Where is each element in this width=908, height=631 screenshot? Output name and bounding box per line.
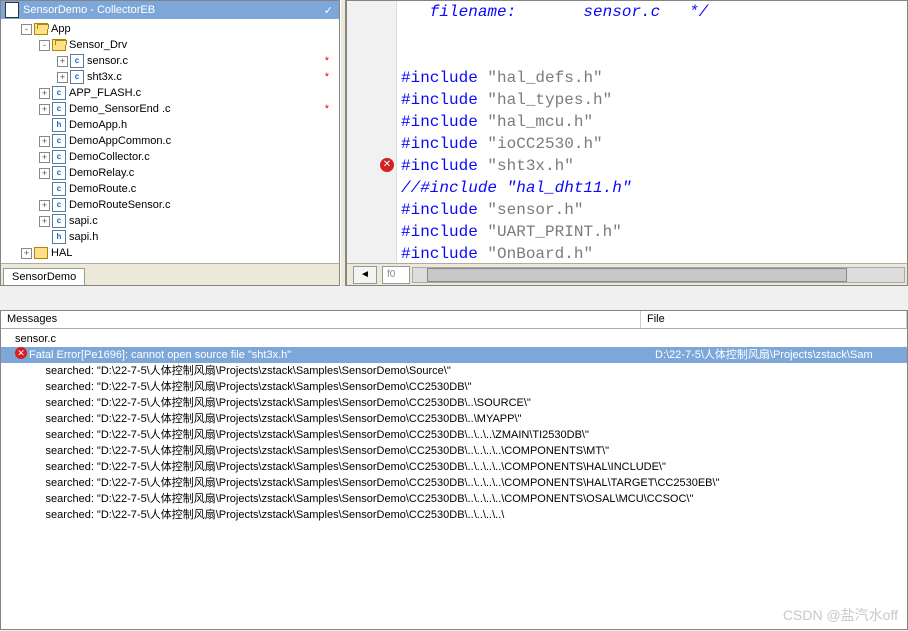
expand-toggle[interactable]: + xyxy=(39,216,50,227)
message-line[interactable]: searched: "D:\22-7-5\人体控制风扇\Projects\zst… xyxy=(1,443,907,459)
c-file-icon: c xyxy=(52,182,66,196)
message-error-line[interactable]: ✕Fatal Error[Pe1696]: cannot open source… xyxy=(1,347,907,363)
h-file-icon: h xyxy=(52,230,66,244)
tree-node[interactable]: +csensor.c * xyxy=(3,53,339,69)
tree-node[interactable]: hsapi.h xyxy=(3,229,339,245)
col-file[interactable]: File xyxy=(641,311,907,328)
expand-toggle[interactable]: + xyxy=(39,200,50,211)
tree-label: DemoApp.h xyxy=(69,119,127,131)
tree-label: sapi.h xyxy=(69,231,98,243)
c-file-icon: c xyxy=(52,214,66,228)
tree-label: APP_FLASH.c xyxy=(69,87,141,99)
messages-header: Messages File xyxy=(1,311,907,329)
project-active-check-icon: ✓ xyxy=(324,4,333,17)
workspace-panel: SensorDemo - CollectorEB ✓ -App-Sensor_D… xyxy=(0,0,340,286)
tree-node[interactable]: + HAL xyxy=(3,245,339,261)
editor-gutter: ✕ xyxy=(347,1,397,263)
tree-label: DemoRoute.c xyxy=(69,183,136,195)
tree-node[interactable]: +csht3x.c * xyxy=(3,69,339,85)
col-messages[interactable]: Messages xyxy=(1,311,641,328)
editor-panel: ✕ filename: sensor.c */ #include "hal_de… xyxy=(346,0,908,286)
message-line[interactable]: searched: "D:\22-7-5\人体控制风扇\Projects\zst… xyxy=(1,379,907,395)
c-file-icon: c xyxy=(52,198,66,212)
expand-toggle[interactable]: - xyxy=(39,40,50,51)
c-file-icon: c xyxy=(52,134,66,148)
code-editor[interactable]: filename: sensor.c */ #include "hal_defs… xyxy=(397,1,907,263)
tree-label: DemoAppCommon.c xyxy=(69,135,171,147)
project-icon xyxy=(5,2,19,18)
tree-node[interactable]: +csapi.c xyxy=(3,213,339,229)
tree-label: DemoRelay.c xyxy=(69,167,134,179)
tree-label: sht3x.c xyxy=(87,71,122,83)
folder-icon xyxy=(34,247,48,259)
message-line[interactable]: searched: "D:\22-7-5\人体控制风扇\Projects\zst… xyxy=(1,363,907,379)
messages-body[interactable]: sensor.c✕Fatal Error[Pe1696]: cannot ope… xyxy=(1,329,907,629)
tree-node[interactable]: cDemoRoute.c xyxy=(3,181,339,197)
editor-status-bar: ◄ f0 xyxy=(347,263,907,285)
scrollbar-thumb[interactable] xyxy=(427,268,847,282)
c-file-icon: c xyxy=(70,54,84,68)
project-header[interactable]: SensorDemo - CollectorEB ✓ xyxy=(1,1,339,19)
messages-panel: Messages File sensor.c✕Fatal Error[Pe169… xyxy=(0,310,908,630)
tree-label: Sensor_Drv xyxy=(69,39,127,51)
tree-label: Demo_SensorEnd .c xyxy=(69,103,171,115)
message-line[interactable]: searched: "D:\22-7-5\人体控制风扇\Projects\zst… xyxy=(1,459,907,475)
tree-node[interactable]: - Sensor_Drv xyxy=(3,37,339,53)
error-icon: ✕ xyxy=(15,347,27,359)
tree-node[interactable]: +cAPP_FLASH.c xyxy=(3,85,339,101)
message-line[interactable]: sensor.c xyxy=(1,331,907,347)
c-file-icon: c xyxy=(52,86,66,100)
tree-node[interactable]: +cDemoAppCommon.c xyxy=(3,133,339,149)
expand-toggle[interactable]: + xyxy=(39,104,50,115)
tree-label: DemoCollector.c xyxy=(69,151,150,163)
tree-node[interactable]: +cDemoRelay.c xyxy=(3,165,339,181)
expand-toggle[interactable]: - xyxy=(21,24,32,35)
nav-prev-button[interactable]: ◄ xyxy=(353,266,377,284)
editor-hscrollbar[interactable] xyxy=(412,267,905,283)
function-nav-combo[interactable]: f0 xyxy=(382,266,410,284)
h-file-icon: h xyxy=(52,118,66,132)
tree-node[interactable]: hDemoApp.h xyxy=(3,117,339,133)
message-line[interactable]: searched: "D:\22-7-5\人体控制风扇\Projects\zst… xyxy=(1,491,907,507)
message-line[interactable]: searched: "D:\22-7-5\人体控制风扇\Projects\zst… xyxy=(1,395,907,411)
message-line[interactable]: searched: "D:\22-7-5\人体控制风扇\Projects\zst… xyxy=(1,475,907,491)
workspace-tabbar: SensorDemo xyxy=(1,263,339,285)
expand-toggle[interactable]: + xyxy=(57,72,68,83)
tree-label: sensor.c xyxy=(87,55,128,67)
c-file-icon: c xyxy=(52,166,66,180)
expand-toggle[interactable]: + xyxy=(39,136,50,147)
message-line[interactable]: searched: "D:\22-7-5\人体控制风扇\Projects\zst… xyxy=(1,427,907,443)
tree-node[interactable]: - App xyxy=(3,21,339,37)
message-line[interactable]: searched: "D:\22-7-5\人体控制风扇\Projects\zst… xyxy=(1,411,907,427)
tree-label: App xyxy=(51,23,71,35)
expand-toggle[interactable]: + xyxy=(57,56,68,67)
expand-toggle[interactable]: + xyxy=(39,168,50,179)
message-line[interactable]: searched: "D:\22-7-5\人体控制风扇\Projects\zst… xyxy=(1,507,907,523)
c-file-icon: c xyxy=(70,70,84,84)
folder-open-icon xyxy=(52,39,66,51)
modified-star-icon: * xyxy=(325,103,329,115)
modified-star-icon: * xyxy=(325,55,329,67)
c-file-icon: c xyxy=(52,102,66,116)
error-marker-icon[interactable]: ✕ xyxy=(380,158,394,172)
tree-node[interactable]: +cDemoRouteSensor.c xyxy=(3,197,339,213)
modified-star-icon: * xyxy=(325,71,329,83)
c-file-icon: c xyxy=(52,150,66,164)
expand-toggle[interactable]: + xyxy=(39,152,50,163)
folder-open-icon xyxy=(34,23,48,35)
expand-toggle[interactable]: + xyxy=(39,88,50,99)
expand-toggle[interactable]: + xyxy=(21,248,32,259)
project-tree[interactable]: -App-Sensor_Drv+csensor.c*+csht3x.c*+cAP… xyxy=(1,19,339,263)
tree-label: sapi.c xyxy=(69,215,98,227)
workspace-tab[interactable]: SensorDemo xyxy=(3,268,85,285)
tree-node[interactable]: +cDemo_SensorEnd .c * xyxy=(3,101,339,117)
tree-label: DemoRouteSensor.c xyxy=(69,199,171,211)
project-title: SensorDemo - CollectorEB xyxy=(23,4,155,16)
tree-node[interactable]: +cDemoCollector.c xyxy=(3,149,339,165)
tree-label: HAL xyxy=(51,247,72,259)
